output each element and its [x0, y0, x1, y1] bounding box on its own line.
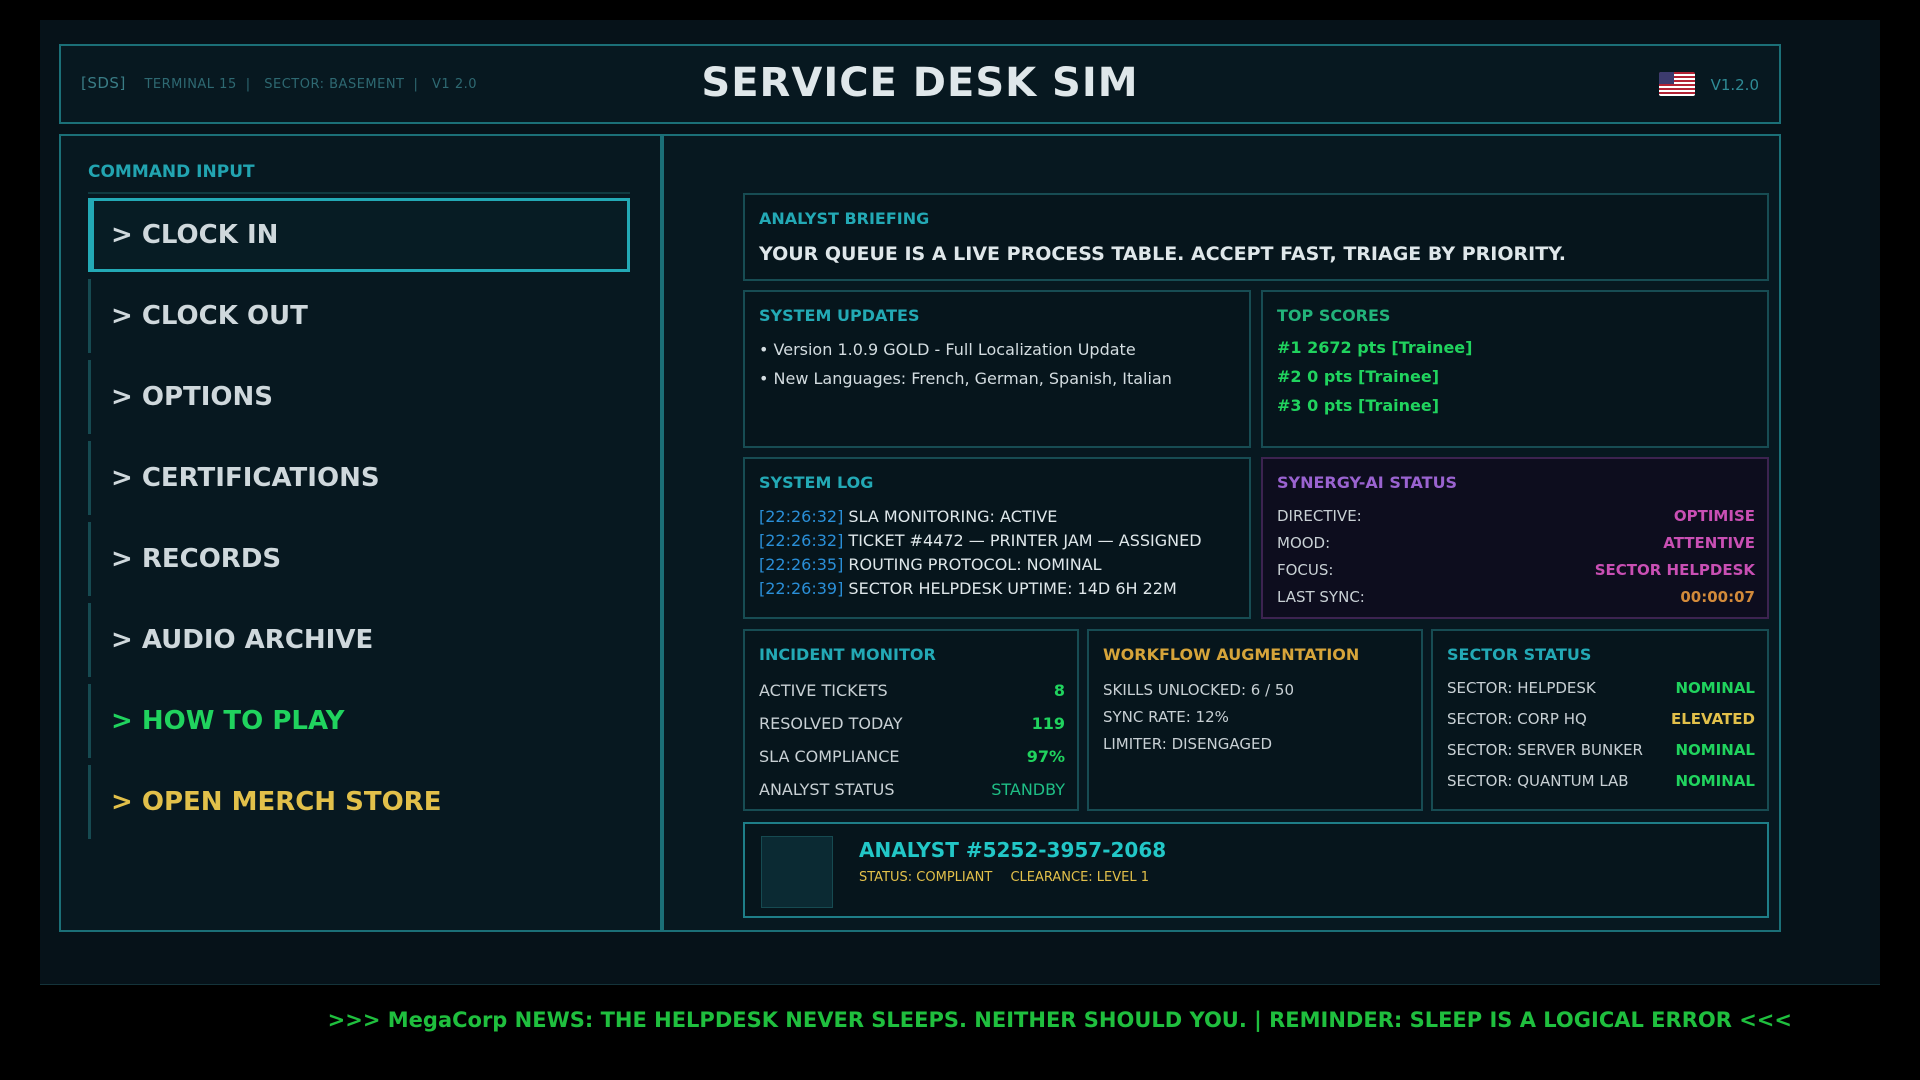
sector-label: SECTOR: HELPDESK [1447, 679, 1596, 697]
options-button[interactable]: > OPTIONS [88, 360, 630, 434]
log-message: ROUTING PROTOCOL: NOMINAL [843, 555, 1102, 574]
sector-value: NOMINAL [1675, 772, 1755, 790]
workflow-stat: SKILLS UNLOCKED: 6 / 50 [1103, 681, 1294, 699]
clock-out-button[interactable]: > CLOCK OUT [88, 279, 630, 353]
analyst-card: ANALYST #5252-3957-2068 STATUS: COMPLIAN… [743, 822, 1769, 918]
panel-title: TOP SCORES [1277, 306, 1391, 325]
audio-archive-button[interactable]: > AUDIO ARCHIVE [88, 603, 630, 677]
certifications-button[interactable]: > CERTIFICATIONS [88, 441, 630, 515]
synergy-ai-status-panel: SYNERGY-AI STATUS DIRECTIVE: OPTIMISE MO… [1261, 457, 1769, 619]
analyst-clearance: CLEARANCE: LEVEL 1 [1010, 870, 1150, 885]
log-row: [22:26:39] SECTOR HELPDESK UPTIME: 14D 6… [759, 579, 1177, 598]
stat-label: ANALYST STATUS [759, 780, 895, 799]
score-row: #3 0 pts [Trainee] [1277, 396, 1440, 415]
divider [40, 984, 1880, 985]
command-input-title: COMMAND INPUT [88, 162, 255, 182]
score-row: #2 0 pts [Trainee] [1277, 367, 1440, 386]
records-button[interactable]: > RECORDS [88, 522, 630, 596]
stat-label: SLA COMPLIANCE [759, 747, 900, 766]
version-label: V1.2.0 [1710, 76, 1759, 94]
panel-title: INCIDENT MONITOR [759, 645, 936, 664]
sector-value: NOMINAL [1675, 741, 1755, 759]
update-item: • New Languages: French, German, Spanish… [759, 369, 1172, 388]
clock-in-button[interactable]: > CLOCK IN [88, 198, 630, 272]
analyst-status-line: STATUS: COMPLIANT CLEARANCE: LEVEL 1 [859, 870, 1163, 885]
panel-title: SYSTEM LOG [759, 473, 874, 492]
stat-value: 00:00:07 [1680, 588, 1755, 606]
stat-value: OPTIMISE [1673, 507, 1755, 525]
analyst-status: STATUS: COMPLIANT [859, 870, 993, 885]
news-ticker: >>> MegaCorp NEWS: THE HELPDESK NEVER SL… [327, 1008, 1792, 1032]
panel-title: WORKFLOW AUGMENTATION [1103, 645, 1360, 664]
stat-value: ATTENTIVE [1663, 534, 1755, 552]
stat-label: MOOD: [1277, 534, 1331, 552]
stat-label: FOCUS: [1277, 561, 1334, 579]
log-row: [22:26:35] ROUTING PROTOCOL: NOMINAL [759, 555, 1102, 574]
sector-label: SECTOR: QUANTUM LAB [1447, 772, 1629, 790]
open-merch-store-button[interactable]: > OPEN MERCH STORE [88, 765, 630, 839]
panel-title: SECTOR STATUS [1447, 645, 1592, 664]
log-timestamp: [22:26:35] [759, 555, 844, 574]
how-to-play-button[interactable]: > HOW TO PLAY [88, 684, 630, 758]
briefing-text: YOUR QUEUE IS A LIVE PROCESS TABLE. ACCE… [759, 243, 1566, 265]
incident-monitor-panel: INCIDENT MONITOR ACTIVE TICKETS 8 RESOLV… [743, 629, 1079, 811]
stat-value: 8 [1053, 681, 1065, 700]
score-row: #1 2672 pts [Trainee] [1277, 338, 1473, 357]
log-row: [22:26:32] SLA MONITORING: ACTIVE [759, 507, 1057, 526]
sector-label: SECTOR: SERVER BUNKER [1447, 741, 1643, 759]
analyst-id: ANALYST #5252-3957-2068 [859, 838, 1167, 862]
panel-title: SYNERGY-AI STATUS [1277, 473, 1458, 492]
us-flag-icon[interactable] [1659, 72, 1695, 96]
stat-value: STANDBY [991, 780, 1065, 799]
stat-value: SECTOR HELPDESK [1594, 561, 1755, 579]
stat-value: 119 [1031, 714, 1065, 733]
log-message: SLA MONITORING: ACTIVE [843, 507, 1058, 526]
top-scores-panel: TOP SCORES #1 2672 pts [Trainee] #2 0 pt… [1261, 290, 1769, 448]
panel-title: ANALYST BRIEFING [759, 209, 930, 228]
title-bar: [SDS] TERMINAL 15 | SECTOR: BASEMENT | V1 … [59, 44, 1781, 124]
stat-value: 97% [1026, 747, 1065, 766]
log-timestamp: [22:26:39] [759, 579, 844, 598]
command-panel: COMMAND INPUT > CLOCK IN > CLOCK OUT > O… [59, 134, 662, 932]
stat-label: ACTIVE TICKETS [759, 681, 888, 700]
avatar [761, 836, 833, 908]
sector-status-panel: SECTOR STATUS SECTOR: HELPDESK NOMINAL S… [1431, 629, 1769, 811]
log-message: TICKET #4472 — PRINTER JAM — ASSIGNED [843, 531, 1202, 550]
log-timestamp: [22:26:32] [759, 507, 844, 526]
workflow-stat: LIMITER: DISENGAGED [1103, 735, 1273, 753]
workflow-stat: SYNC RATE: 12% [1103, 708, 1229, 726]
game-title: SERVICE DESK SIM [701, 60, 1139, 106]
stat-label: LAST SYNC: [1277, 588, 1365, 606]
panel-title: SYSTEM UPDATES [759, 306, 920, 325]
sector-value: NOMINAL [1675, 679, 1755, 697]
analyst-briefing-panel: ANALYST BRIEFING YOUR QUEUE IS A LIVE PR… [743, 193, 1769, 281]
stat-label: DIRECTIVE: [1277, 507, 1362, 525]
log-timestamp: [22:26:32] [759, 531, 844, 550]
stat-label: RESOLVED TODAY [759, 714, 903, 733]
log-row: [22:26:32] TICKET #4472 — PRINTER JAM — … [759, 531, 1202, 550]
sector-label: SECTOR: CORP HQ [1447, 710, 1587, 728]
log-message: SECTOR HELPDESK UPTIME: 14D 6H 22M [843, 579, 1177, 598]
workflow-augmentation-panel: WORKFLOW AUGMENTATION SKILLS UNLOCKED: 6… [1087, 629, 1423, 811]
sector-value: ELEVATED [1670, 710, 1755, 728]
system-log-panel: SYSTEM LOG [22:26:32] SLA MONITORING: AC… [743, 457, 1251, 619]
divider [88, 192, 630, 194]
system-updates-panel: SYSTEM UPDATES • Version 1.0.9 GOLD - Fu… [743, 290, 1251, 448]
update-item: • Version 1.0.9 GOLD - Full Localization… [759, 340, 1136, 359]
